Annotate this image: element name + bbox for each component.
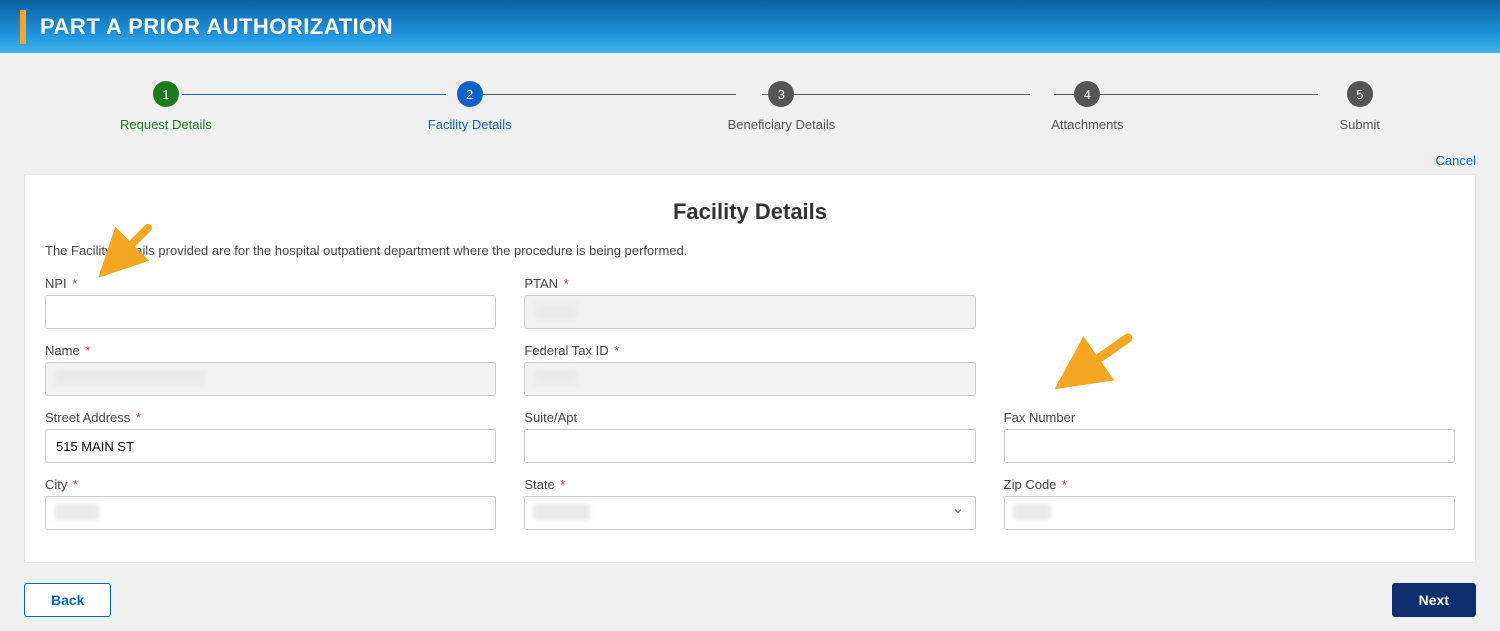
- name-field: Name *: [45, 335, 496, 396]
- state-select[interactable]: [524, 496, 975, 530]
- city-label: City *: [45, 477, 496, 492]
- ptan-field: PTAN *: [524, 268, 975, 329]
- step-request-details[interactable]: 1 Request Details: [120, 81, 212, 132]
- step-number: 3: [768, 81, 794, 107]
- page-header: PART A PRIOR AUTHORIZATION: [0, 0, 1500, 53]
- zip-label: Zip Code *: [1004, 477, 1455, 492]
- suite-field: Suite/Apt: [524, 402, 975, 463]
- redacted-value: [55, 504, 99, 520]
- suite-label: Suite/Apt: [524, 410, 975, 425]
- redacted-value: [55, 370, 205, 386]
- state-field: State *: [524, 469, 975, 530]
- card-description: The Facility Details provided are for th…: [45, 243, 1455, 258]
- npi-label: NPI *: [45, 276, 496, 291]
- progress-stepper: 1 Request Details 2 Facility Details 3 B…: [0, 53, 1500, 142]
- back-button[interactable]: Back: [24, 583, 111, 617]
- step-facility-details[interactable]: 2 Facility Details: [428, 81, 512, 132]
- step-number: 4: [1074, 81, 1100, 107]
- step-connector: [182, 94, 446, 95]
- redacted-value: [534, 504, 590, 520]
- name-label: Name *: [45, 343, 496, 358]
- street-input[interactable]: [45, 429, 496, 463]
- empty: [1004, 268, 1455, 335]
- facility-details-card: Facility Details The Facility Details pr…: [24, 174, 1476, 563]
- step-number: 1: [153, 81, 179, 107]
- npi-input[interactable]: [45, 295, 496, 329]
- cancel-link[interactable]: Cancel: [1436, 153, 1476, 168]
- fed-tax-label: Federal Tax ID *: [524, 343, 975, 358]
- step-label: Submit: [1340, 117, 1380, 132]
- suite-input[interactable]: [524, 429, 975, 463]
- fax-input[interactable]: [1004, 429, 1455, 463]
- state-label: State *: [524, 477, 975, 492]
- step-number: 2: [457, 81, 483, 107]
- step-connector: [472, 94, 736, 95]
- redacted-value: [534, 370, 578, 386]
- fax-label: Fax Number: [1004, 410, 1455, 425]
- zip-input[interactable]: [1004, 496, 1455, 530]
- step-label: Facility Details: [428, 117, 512, 132]
- city-input[interactable]: [45, 496, 496, 530]
- fed-tax-field: Federal Tax ID *: [524, 335, 975, 396]
- step-submit[interactable]: 5 Submit: [1340, 81, 1380, 132]
- step-label: Attachments: [1051, 117, 1123, 132]
- card-title: Facility Details: [45, 199, 1455, 225]
- street-field: Street Address *: [45, 402, 496, 463]
- city-field: City *: [45, 469, 496, 530]
- header-accent: [20, 10, 26, 44]
- street-label: Street Address *: [45, 410, 496, 425]
- fax-field: Fax Number: [1004, 402, 1455, 463]
- ptan-label: PTAN *: [524, 276, 975, 291]
- page-title: PART A PRIOR AUTHORIZATION: [40, 14, 393, 40]
- ptan-input: [524, 295, 975, 329]
- redacted-value: [534, 303, 578, 319]
- form-grid: NPI * PTAN * Name * Federal Tax ID *: [45, 268, 1455, 536]
- npi-field: NPI *: [45, 268, 496, 329]
- redacted-value: [1014, 504, 1050, 520]
- cancel-container: Cancel: [0, 152, 1500, 170]
- step-number: 5: [1347, 81, 1373, 107]
- fed-tax-input: [524, 362, 975, 396]
- next-button[interactable]: Next: [1392, 583, 1476, 617]
- step-attachments[interactable]: 4 Attachments: [1051, 81, 1123, 132]
- step-label: Request Details: [120, 117, 212, 132]
- footer-actions: Back Next: [0, 563, 1500, 617]
- zip-field: Zip Code *: [1004, 469, 1455, 530]
- step-beneficiary-details[interactable]: 3 Beneficiary Details: [728, 81, 836, 132]
- empty: [1004, 335, 1455, 402]
- step-label: Beneficiary Details: [728, 117, 836, 132]
